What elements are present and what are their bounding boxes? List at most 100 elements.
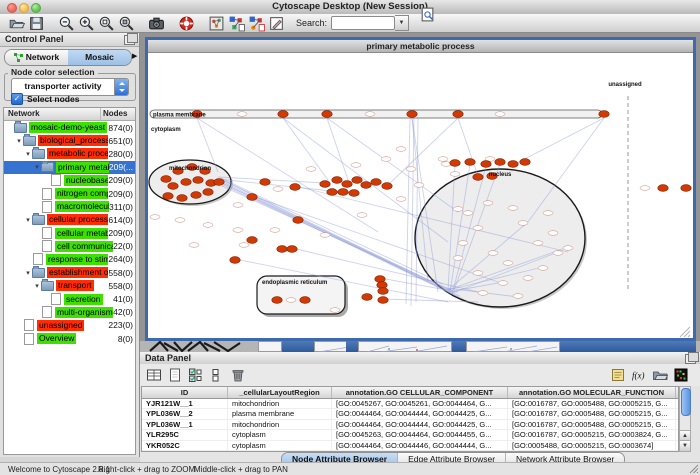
network-node[interactable] [290,184,300,191]
background-window-titlebar-fragment[interactable] [452,341,466,352]
tree-row[interactable]: macromolecule311(0) [4,200,135,213]
network-node[interactable] [508,161,518,168]
network-node[interactable] [465,159,475,166]
tree-row[interactable]: ▾primary metabo209(... [4,161,135,174]
network-node[interactable] [681,185,691,192]
network-node[interactable] [352,177,362,184]
float-panel-icon[interactable] [124,35,135,45]
network-node[interactable] [247,237,257,244]
background-window-fragment[interactable] [358,341,452,352]
network-node[interactable] [300,297,310,304]
network-canvas[interactable]: plasma membranecytoplasmmitochondrionnuc… [148,53,693,338]
background-window-fragment[interactable] [466,341,560,352]
network-node[interactable] [193,177,203,184]
save-icon[interactable] [28,15,45,32]
tree-row[interactable]: ▾cellular process614(0) [4,213,135,226]
tree-row[interactable]: ▾transport558(0) [4,279,135,292]
network-node[interactable] [320,181,330,188]
tree-row[interactable]: response to stimulu264(0) [4,253,135,266]
network-node[interactable] [473,174,483,181]
tree-row[interactable]: ▾biological_process651(0) [4,134,135,147]
tree-row[interactable]: unassigned223(0) [4,319,135,332]
tab-network[interactable]: Network [5,50,68,65]
apply-layout-b-icon[interactable] [248,15,265,32]
network-node[interactable] [247,194,257,201]
tree-row[interactable]: nucleobase-209(0) [4,174,135,187]
table-row[interactable]: YPL036W__2plasma membrane[GO:0044464, GO… [142,409,678,419]
network-node[interactable] [378,288,388,295]
matrix-icon[interactable] [673,367,689,383]
network-node[interactable] [260,179,270,186]
attribute-table-header[interactable]: ID_cellularLayoutRegionannotation.GO CEL… [142,387,678,399]
tab-mosaic[interactable]: Mosaic [68,50,131,65]
network-node[interactable] [322,111,332,118]
tree-row[interactable]: secretion41(0) [4,292,135,305]
zoom-fit-icon[interactable] [98,15,115,32]
attribute-table-icon[interactable] [146,367,162,383]
window-resize-grip[interactable] [689,464,699,474]
table-row[interactable]: YJR121W__1mitochondrion[GO:0045267, GO:0… [142,399,678,409]
zoom-window-button[interactable] [31,3,41,13]
zoom-in-icon[interactable] [78,15,95,32]
formula-icon[interactable]: f(x) [631,367,647,383]
network-node[interactable] [191,192,201,199]
network-node[interactable] [338,189,348,196]
search-input[interactable] [331,16,395,30]
table-column-header[interactable]: annotation.GO CELLULAR_COMPONENT [332,387,508,398]
new-attribute-icon[interactable] [167,367,183,383]
network-node[interactable] [375,276,385,283]
select-attributes-icon[interactable] [188,367,204,383]
network-node[interactable] [599,111,609,118]
annotation-icon[interactable] [268,15,285,32]
network-overview-icon[interactable] [208,15,225,32]
background-window-titlebar-fragment[interactable] [346,341,358,352]
network-node[interactable] [168,183,178,190]
network-node[interactable] [163,193,173,200]
network-node[interactable] [203,189,213,196]
network-node[interactable] [382,183,392,190]
expand-arrow-icon[interactable]: ▾ [33,282,41,290]
help-icon[interactable] [178,15,195,32]
network-node[interactable] [332,177,342,184]
zoom-out-icon[interactable] [58,15,75,32]
network-node[interactable] [362,294,372,301]
network-node[interactable] [214,179,224,186]
background-window-titlebar-fragment[interactable] [560,341,696,352]
table-column-header[interactable]: ID [142,387,228,398]
network-node[interactable] [327,189,337,196]
network-node[interactable] [287,246,297,253]
network-node[interactable] [481,161,491,168]
expand-arrow-icon[interactable]: ▾ [24,150,32,158]
network-node[interactable] [520,159,530,166]
expand-arrow-icon[interactable]: ▾ [24,269,32,277]
tree-row[interactable]: ▾metabolic process280(0) [4,147,135,160]
network-node[interactable] [450,160,460,167]
table-scrollbar[interactable]: ▲ ▼ [679,386,691,452]
network-node[interactable] [349,190,359,197]
network-node[interactable] [453,111,463,118]
import-attributes-icon[interactable] [652,367,668,383]
zoom-network-window-button[interactable] [174,43,181,50]
table-row[interactable]: YLR295Ccytoplasm[GO:0045263, GO:0044464,… [142,430,678,440]
network-node[interactable] [230,257,240,264]
network-window-titlebar[interactable]: primary metabolic process [148,40,693,53]
select-nodes-checkbox[interactable]: ✓ [11,93,23,105]
search-dropdown-button[interactable]: ▼ [395,15,409,31]
tree-row[interactable]: mosaic-demo-yeast874(0) [4,121,135,134]
network-node[interactable] [277,246,287,253]
float-panel-icon[interactable] [685,354,696,364]
tree-row[interactable]: cell communicat22(0) [4,240,135,253]
notes-icon[interactable] [610,367,626,383]
network-node[interactable] [293,217,303,224]
tree-row[interactable]: cellular metabo209(0) [4,227,135,240]
unselect-attributes-icon[interactable] [209,367,225,383]
network-window-resize-grip[interactable] [680,327,690,337]
delete-attribute-icon[interactable] [230,367,246,383]
minimize-network-window-button[interactable] [164,43,171,50]
expand-arrow-icon[interactable]: ▾ [24,216,32,224]
zoom-selected-icon[interactable] [118,15,135,32]
network-node[interactable] [181,179,191,186]
background-window-titlebar-fragment[interactable] [282,341,314,352]
network-node[interactable] [272,297,282,304]
tab-overflow-arrow[interactable]: ▶ [132,52,137,60]
